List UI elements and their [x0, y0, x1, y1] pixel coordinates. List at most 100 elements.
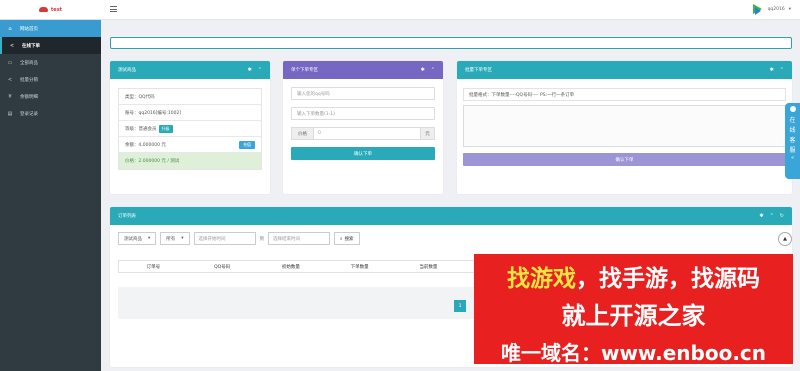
- caret-down-icon: ▾: [148, 236, 151, 241]
- info-text: 余额：4,000000 元: [125, 142, 166, 148]
- list-icon: ▤: [7, 110, 13, 117]
- share-icon: <: [7, 76, 13, 83]
- single-order-panel: 单个下单专区 ✱ ⌃ 输入您的qq号码 输入下单数量(1-1) 价格 0 元 确…: [283, 61, 443, 194]
- info-row-level: 等级：普通会员 升级: [119, 121, 261, 137]
- sidebar: test ⌂ 网站首页 < 在线下单 ▭ 全部商品 < 批量分销 ¥ 余额明细 …: [0, 0, 101, 371]
- watermark-highlight: 找游戏: [507, 266, 576, 292]
- refresh-icon[interactable]: ↻: [780, 213, 784, 219]
- gear-icon[interactable]: ✱: [248, 67, 252, 73]
- yen-icon: ¥: [8, 93, 12, 100]
- column-header: 初始数量: [281, 264, 300, 270]
- info-row-type: 类型：QQ代码: [119, 89, 261, 105]
- watermark-text: ，找手游，找源码: [576, 266, 760, 292]
- qq-number-input[interactable]: 输入您的qq号码: [291, 87, 435, 100]
- product-select[interactable]: 测试商品 ▾: [118, 232, 157, 245]
- sidebar-item-balance[interactable]: ¥ 余额明细: [0, 88, 101, 105]
- collapse-icon[interactable]: ⌃: [431, 67, 435, 73]
- start-date-input[interactable]: 选择开始时间: [193, 232, 256, 245]
- watermark-banner: 找游戏，找手游，找源码 就上开源之家 唯一域名：www.enboo.cn: [474, 254, 793, 365]
- notice-bar: [110, 37, 792, 49]
- panel-header: 单个下单专区 ✱ ⌃: [283, 61, 443, 79]
- info-row-price: 价格：2.000000 元 / 测试: [119, 153, 261, 169]
- price-value: 0: [318, 131, 321, 136]
- panel-title: 订单列表: [118, 214, 136, 219]
- product-info-list: 类型：QQ代码 账号：qq2016[编号:1002] 等级：普通会员 升级 余额：…: [118, 88, 262, 170]
- column-header: QQ号码: [214, 264, 231, 270]
- info-text: 类型：QQ代码: [125, 94, 155, 100]
- user-menu[interactable]: qq2016 ▾: [750, 3, 791, 16]
- collapse-icon[interactable]: ⌃: [780, 67, 784, 73]
- info-text: 价格：2.000000 元 / 测试: [125, 159, 180, 164]
- search-icon: ⌕: [340, 236, 343, 242]
- panel-header: 订单列表 ✱ ⌃ ↻: [110, 207, 792, 225]
- panel-header: 批量下单专区 ✱ ⌃: [457, 61, 792, 79]
- gear-icon[interactable]: ✱: [759, 213, 763, 219]
- panel-title: 批量下单专区: [465, 68, 492, 73]
- recharge-button[interactable]: 充值: [239, 141, 255, 149]
- info-text: 账号：qq2016[编号:1002]: [125, 110, 182, 116]
- sidebar-item-label: 全部商品: [20, 60, 38, 66]
- column-header: 订单号: [146, 264, 161, 270]
- collapse-icon[interactable]: ⌃: [770, 213, 774, 219]
- watermark-line-1: 找游戏，找手游，找源码: [507, 259, 760, 293]
- price-field: 价格 0 元: [291, 127, 435, 140]
- panel-title: 单个下单专区: [291, 68, 318, 73]
- status-select[interactable]: 所有 ▾: [160, 232, 190, 245]
- price-unit: 元: [420, 128, 434, 139]
- home-icon: ⌂: [8, 25, 12, 32]
- batch-format-hint: 批量格式：下单数量----QQ号码---- PS:一行一条订单: [463, 88, 786, 101]
- info-row-balance: 余额：4,000000 元 充值: [119, 137, 261, 153]
- service-char: 在: [789, 117, 796, 124]
- price-label: 价格: [292, 128, 314, 139]
- avatar: [750, 3, 764, 16]
- panel-header: 测试商品 ✱ ⌃: [110, 61, 270, 79]
- sidebar-item-label: 登录记录: [20, 111, 38, 117]
- gear-icon[interactable]: ✱: [421, 67, 425, 73]
- service-char: 线: [789, 127, 796, 134]
- search-label: 搜索: [344, 236, 354, 242]
- info-text: 等级：普通会员: [125, 126, 157, 132]
- date-to-label: 到: [259, 236, 265, 242]
- page-1-button[interactable]: 1: [454, 300, 466, 312]
- logo-text: test: [50, 6, 63, 13]
- search-button[interactable]: ⌕ 搜索: [334, 232, 360, 245]
- share-icon: <: [9, 42, 15, 49]
- batch-order-panel: 批量下单专区 ✱ ⌃ 批量格式：下单数量----QQ号码---- PS:一行一条…: [457, 61, 792, 194]
- sidebar-item-login-log[interactable]: ▤ 登录记录: [0, 105, 101, 122]
- user-name: qq2016: [767, 7, 785, 12]
- sidebar-item-label: 在线下单: [22, 43, 40, 49]
- upgrade-button[interactable]: 升级: [158, 124, 173, 133]
- cloud-logo-icon: [38, 7, 48, 12]
- collapse-left-icon: «: [790, 155, 795, 161]
- info-row-account: 账号：qq2016[编号:1002]: [119, 105, 261, 121]
- sidebar-item-products[interactable]: ▭ 全部商品: [0, 54, 101, 71]
- batch-order-textarea[interactable]: [463, 105, 786, 147]
- sidebar-item-distribution[interactable]: < 批量分销: [0, 71, 101, 88]
- online-service-tab[interactable]: 在 线 客 服 «: [785, 103, 800, 179]
- sidebar-item-order[interactable]: < 在线下单: [0, 37, 101, 54]
- gear-icon[interactable]: ✱: [770, 67, 774, 73]
- quantity-input[interactable]: 输入下单数量(1-1): [291, 107, 435, 120]
- confirm-order-button[interactable]: 确认下单: [291, 147, 435, 160]
- product-select-value: 测试商品: [124, 236, 142, 242]
- status-select-value: 所有: [166, 236, 176, 242]
- batch-confirm-button[interactable]: 确认下单: [463, 153, 786, 166]
- chevron-down-icon: ▾: [788, 7, 791, 12]
- logo[interactable]: test: [0, 0, 101, 20]
- product-info-panel: 测试商品 ✱ ⌃ 类型：QQ代码 账号：qq2016[编号:1002] 等级：普…: [110, 61, 270, 194]
- collapse-icon[interactable]: ⌃: [258, 67, 262, 73]
- box-icon: ▭: [7, 59, 13, 66]
- watermark-line-2: 就上开源之家: [561, 302, 706, 330]
- sidebar-nav: ⌂ 网站首页 < 在线下单 ▭ 全部商品 < 批量分销 ¥ 余额明细 ▤ 登录记…: [0, 20, 101, 122]
- caret-down-icon: ▾: [181, 236, 184, 241]
- service-char: 服: [789, 147, 796, 154]
- panel-title: 测试商品: [118, 68, 136, 73]
- back-to-top-icon[interactable]: ▲: [778, 232, 792, 246]
- chat-icon: [789, 106, 796, 112]
- menu-toggle-icon[interactable]: [110, 6, 117, 12]
- column-header: 下单数量: [350, 264, 369, 270]
- end-date-input[interactable]: 选择结束时间: [268, 232, 331, 245]
- sidebar-item-label: 批量分销: [20, 77, 38, 83]
- column-header: 当前数量: [419, 264, 438, 270]
- sidebar-item-home[interactable]: ⌂ 网站首页: [0, 20, 101, 37]
